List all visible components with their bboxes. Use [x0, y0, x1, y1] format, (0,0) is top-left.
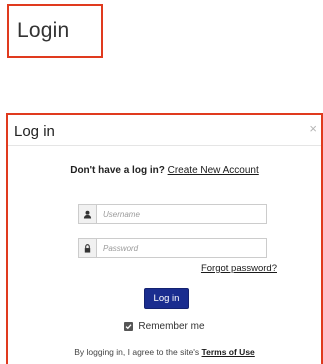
checkbox-icon[interactable]	[124, 322, 134, 331]
signup-prompt-line: Don't have a log in? Create New Account	[8, 165, 321, 176]
terms-of-use-link[interactable]: Terms of Use	[202, 347, 255, 357]
username-group	[78, 204, 267, 224]
lock-icon	[78, 238, 96, 258]
remember-me-label[interactable]: Remember me	[138, 321, 204, 332]
login-button[interactable]: Log in	[144, 288, 189, 309]
user-icon	[78, 204, 96, 224]
login-modal: Log in × Don't have a log in? Create New…	[6, 113, 323, 364]
username-input[interactable]	[96, 204, 267, 224]
terms-line: By logging in, I agree to the site's Ter…	[8, 347, 321, 357]
create-account-link[interactable]: Create New Account	[168, 165, 259, 176]
remember-me-row: Remember me	[8, 321, 321, 332]
login-link[interactable]: Login	[17, 19, 69, 43]
terms-prefix: By logging in, I agree to the site's	[74, 347, 200, 357]
modal-header: Log in ×	[8, 115, 321, 146]
login-link-highlight: Login	[7, 4, 103, 58]
page: Login Log in × Don't have a log in? Crea…	[0, 0, 323, 364]
password-input[interactable]	[96, 238, 267, 258]
signup-prompt: Don't have a log in?	[70, 165, 165, 176]
forgot-password-link[interactable]: Forgot password?	[201, 263, 277, 274]
close-icon[interactable]: ×	[309, 122, 317, 135]
modal-title: Log in	[14, 123, 55, 140]
password-group	[78, 238, 267, 258]
